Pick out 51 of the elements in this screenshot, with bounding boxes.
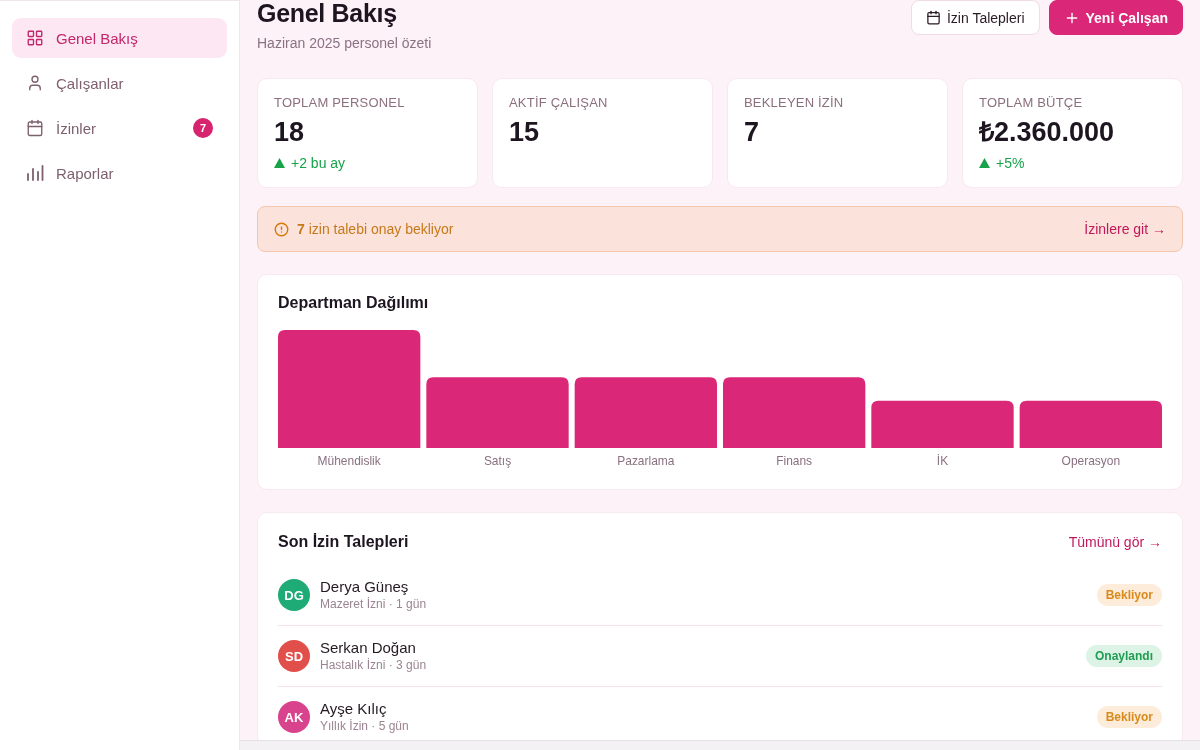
nav-item[interactable]: Çalışanlar — [12, 63, 227, 103]
stat-label: TOPLAM PERSONEL — [274, 95, 406, 111]
view-all-link[interactable]: Tümünü gör → — [1068, 533, 1162, 550]
status-badge: Bekliyor — [1096, 584, 1162, 606]
calendar-icon — [26, 119, 44, 137]
stat-label: BEKLEYEN İZİN — [744, 95, 845, 111]
axis-label: Operasyon — [1061, 454, 1121, 468]
bar-chart-icon — [26, 164, 44, 182]
count-badge: 7 — [193, 118, 213, 138]
leave-requests-button[interactable]: İzin Talepleri — [910, 0, 1040, 35]
trend-text: +2 bu ay — [291, 155, 346, 171]
nav-item[interactable]: Raporlar — [12, 153, 227, 193]
user-icon — [26, 74, 44, 92]
calendar-icon — [925, 10, 941, 25]
alert-icon — [274, 221, 289, 237]
status-badge: Bekliyor — [1096, 706, 1162, 728]
employee-name: Ayşe Kılıç — [320, 700, 388, 717]
page-subtitle: Haziran 2025 personel özeti — [257, 35, 432, 52]
stat-label: AKTİF ÇALIŞAN — [509, 95, 609, 111]
leaves-link[interactable]: İzinlere git → — [1084, 221, 1166, 237]
trend-up-icon — [274, 158, 285, 168]
employee-name: Serkan Doğan — [320, 639, 417, 656]
avatar: SD — [278, 640, 310, 672]
stat-value: 15 — [509, 117, 541, 147]
axis-label: Satış — [483, 454, 512, 468]
status-badge: Onaylandı — [1086, 645, 1162, 667]
stat-value: 18 — [274, 117, 306, 147]
axis-label: Pazarlama — [617, 454, 675, 468]
alert-message: 7 izin talebi onay bekliyor — [297, 221, 454, 237]
employee-name: Derya Güneş — [320, 578, 410, 595]
card-title: Son İzin Talepleri — [278, 532, 409, 551]
axis-label: Mühendislik — [317, 454, 381, 468]
leave-detail: Mazeret İzni · 1 gün — [320, 597, 427, 612]
grid-icon — [26, 29, 44, 47]
avatar: AK — [278, 701, 310, 733]
leave-detail: Yıllık İzin · 5 gün — [320, 719, 409, 734]
horizontal-scrollbar[interactable] — [240, 740, 1200, 750]
stat-value: ₺2.360.000 — [979, 117, 1116, 147]
axis-label: Finans — [776, 454, 813, 468]
nav-item[interactable]: İzinler 7 — [12, 108, 227, 148]
stat-label: TOPLAM BÜTÇE — [979, 95, 1084, 111]
leave-detail: Hastalık İzni · 3 gün — [320, 658, 427, 673]
axis-label: İK — [936, 454, 949, 468]
nav-item[interactable]: Genel Bakış — [12, 18, 227, 58]
page-title: Genel Bakış — [257, 0, 398, 26]
trend-up-icon — [979, 158, 990, 168]
trend-text: +5% — [996, 155, 1025, 171]
avatar: DG — [278, 579, 310, 611]
card-title: Departman Dağılımı — [278, 293, 430, 312]
stat-value: 7 — [744, 117, 761, 147]
new-employee-button[interactable]: Yeni Çalışan — [1048, 0, 1183, 35]
